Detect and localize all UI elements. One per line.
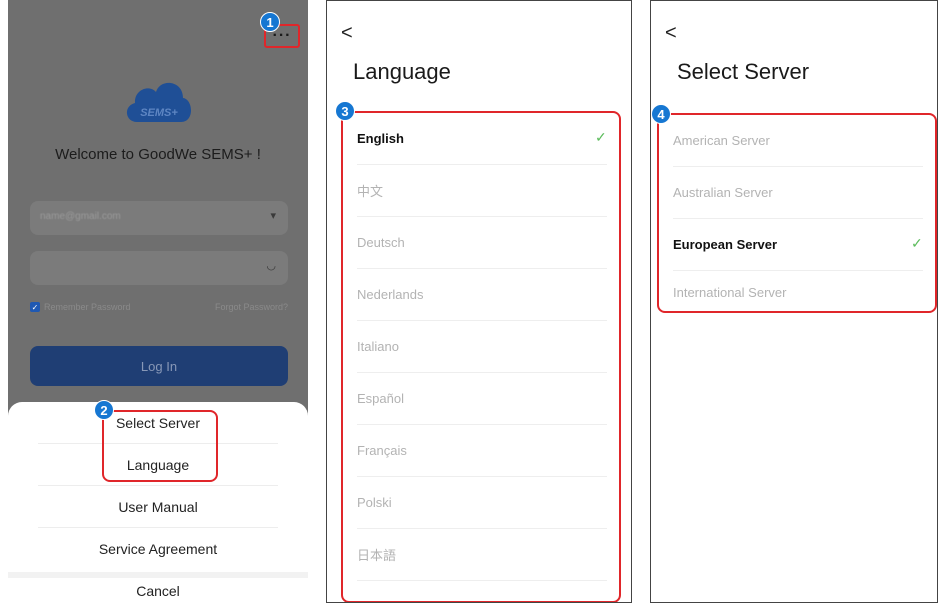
forgot-password-link[interactable]: Forgot Password? [215, 302, 288, 312]
language-item-german[interactable]: Deutsch [357, 217, 607, 269]
login-screen: 1 ··· SEMS+ Welcome to GoodWe SEMS+ ! na… [8, 0, 308, 603]
check-icon: ✓ [595, 129, 607, 145]
password-field[interactable]: ◡ [30, 251, 288, 285]
language-list: English ✓ 中文 Deutsch Nederlands Italiano… [341, 111, 621, 602]
step-badge-2: 2 [94, 400, 114, 420]
dropdown-arrow-icon[interactable]: ▾ [270, 209, 276, 222]
server-item-european[interactable]: European Server [673, 219, 923, 271]
remember-password[interactable]: ✓ Remember Password [30, 302, 131, 312]
server-screen: < Select Server 4 American Server Austra… [650, 0, 938, 603]
back-chevron-icon[interactable]: < [341, 23, 353, 43]
back-chevron-icon[interactable]: < [665, 23, 677, 43]
language-item-french[interactable]: Français [357, 425, 607, 477]
language-item-dutch[interactable]: Nederlands [357, 269, 607, 321]
server-item-american[interactable]: American Server [673, 115, 923, 167]
account-value-blurred: name@gmail.com [40, 211, 121, 222]
remember-password-label: Remember Password [44, 302, 131, 312]
language-item-japanese[interactable]: 日本語 [357, 529, 607, 581]
language-item-italian[interactable]: Italiano [357, 321, 607, 373]
page-title: Select Server [677, 59, 810, 84]
sems-cloud-logo: SEMS+ [126, 82, 191, 122]
language-item-english[interactable]: English [357, 113, 607, 165]
eye-closed-icon[interactable]: ◡ [266, 259, 276, 272]
check-icon: ✓ [911, 235, 923, 251]
step-badge-3: 3 [335, 101, 355, 121]
account-field[interactable]: name@gmail.com ▾ [30, 201, 288, 235]
language-item-spanish[interactable]: Español [357, 373, 607, 425]
step-badge-1: 1 [260, 12, 280, 32]
server-item-international[interactable]: International Server [673, 271, 923, 311]
login-button[interactable]: Log In [30, 346, 288, 386]
highlight-box-2 [102, 410, 218, 482]
language-item-chinese[interactable]: 中文 [357, 165, 607, 217]
step-badge-4: 4 [651, 104, 671, 124]
menu-user-manual[interactable]: User Manual [38, 486, 278, 528]
cancel-button[interactable]: Cancel [8, 572, 308, 603]
checkbox-checked-icon[interactable]: ✓ [30, 302, 40, 312]
language-item-polish[interactable]: Polski [357, 477, 607, 529]
server-list: American Server Australian Server Europe… [657, 113, 937, 313]
logo-text: SEMS+ [140, 107, 178, 119]
menu-service-agreement[interactable]: Service Agreement [38, 528, 278, 570]
page-title: Language [353, 59, 451, 84]
server-item-australian[interactable]: Australian Server [673, 167, 923, 219]
language-screen: < Language 3 English ✓ 中文 Deutsch Nederl… [326, 0, 632, 603]
welcome-text: Welcome to GoodWe SEMS+ ! [55, 146, 261, 163]
